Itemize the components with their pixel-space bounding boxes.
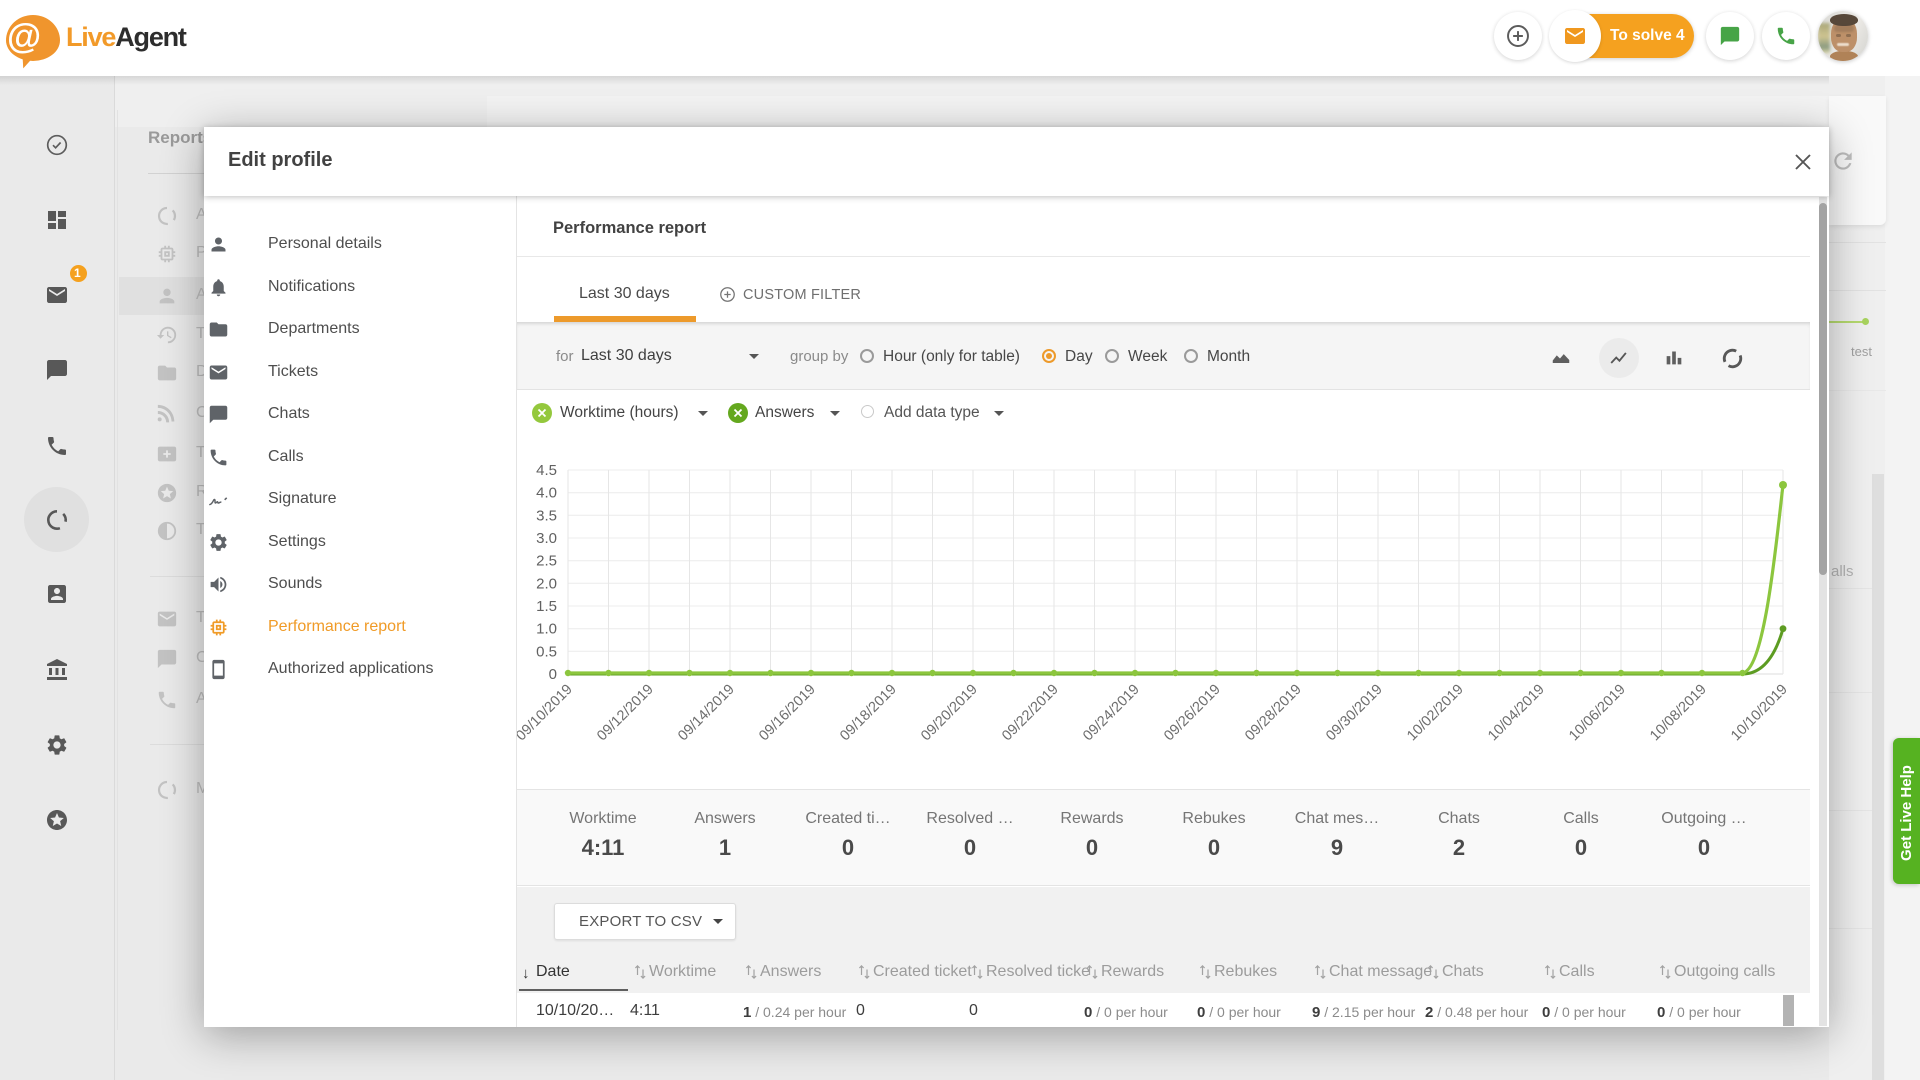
svg-text:09/12/2019: 09/12/2019 [594,682,657,745]
svg-text:4.0: 4.0 [536,485,557,502]
svg-text:10/10/2019: 10/10/2019 [1728,682,1791,745]
svg-text:09/10/2019: 09/10/2019 [517,682,576,745]
svg-text:09/28/2019: 09/28/2019 [1242,682,1305,745]
svg-text:3.0: 3.0 [536,530,557,547]
svg-text:4.5: 4.5 [536,462,557,479]
svg-text:10/02/2019: 10/02/2019 [1404,682,1467,745]
svg-text:1.5: 1.5 [536,598,557,615]
svg-text:2.0: 2.0 [536,575,557,592]
svg-text:09/20/2019: 09/20/2019 [918,682,981,745]
svg-text:09/30/2019: 09/30/2019 [1323,682,1386,745]
svg-text:10/04/2019: 10/04/2019 [1485,682,1548,745]
svg-text:09/24/2019: 09/24/2019 [1080,682,1143,745]
svg-text:3.5: 3.5 [536,507,557,524]
svg-text:09/14/2019: 09/14/2019 [675,682,738,745]
svg-text:09/18/2019: 09/18/2019 [837,682,900,745]
svg-text:10/06/2019: 10/06/2019 [1566,682,1629,745]
svg-text:1.0: 1.0 [536,621,557,638]
svg-text:09/22/2019: 09/22/2019 [999,682,1062,745]
svg-text:0: 0 [549,666,557,683]
svg-text:10/08/2019: 10/08/2019 [1647,682,1710,745]
svg-text:09/26/2019: 09/26/2019 [1161,682,1224,745]
svg-text:2.5: 2.5 [536,553,557,570]
svg-text:09/16/2019: 09/16/2019 [756,682,819,745]
svg-text:0.5: 0.5 [536,643,557,660]
